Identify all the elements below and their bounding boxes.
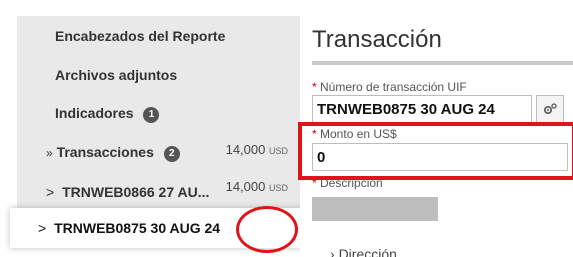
amount-value: 14,000 — [225, 142, 266, 157]
nav-item-text: TRNWEB0875 30 AUG 24 — [54, 220, 221, 236]
amount-value: 14,000 — [225, 179, 266, 194]
section-label: Dirección — [338, 246, 397, 257]
count-badge: 2 — [163, 146, 180, 162]
currency-code: USD — [268, 146, 288, 156]
currency-code: USD — [268, 183, 288, 193]
nav-item-text: Indicadores — [55, 105, 134, 121]
nav-item-archivos[interactable]: Archivos adjuntos — [17, 55, 300, 95]
uif-number-value: TRNWEB0875 30 AUG 24 — [317, 100, 495, 118]
field-label-text: Número de transacción UIF — [320, 80, 467, 94]
required-marker: * — [312, 80, 321, 94]
nav-item-text: Transacciones — [56, 144, 154, 160]
nav-item-label: Encabezados del Reporte — [55, 28, 226, 44]
direccion-section-header[interactable]: › Dirección — [330, 246, 397, 257]
nav-item-label: Indicadores 1 — [55, 105, 160, 123]
double-chevron-down-icon: » — [46, 146, 53, 160]
nav-item-transacciones[interactable]: » Transacciones 2 14,000 USD — [17, 133, 300, 173]
uif-number-label: * Número de transacción UIF — [312, 80, 467, 94]
transaction-amount: 14,000 USD — [226, 179, 288, 194]
nav-item-label: Archivos adjuntos — [55, 67, 178, 83]
nav-item-label: > TRNWEB0875 30 AUG 24 — [38, 220, 220, 236]
title-divider — [312, 61, 573, 65]
chevron-right-icon: › — [330, 246, 339, 257]
redacted-description-field[interactable] — [312, 197, 438, 221]
nav-item-encabezados[interactable]: Encabezados del Reporte — [17, 16, 300, 56]
chevron-right-icon: > — [46, 184, 55, 200]
page-title: Transacción — [312, 26, 442, 53]
uif-number-field[interactable]: TRNWEB0875 30 AUG 24 — [312, 95, 532, 123]
transaction-amount: 14,000 USD — [226, 142, 288, 157]
gear-icon-graphic — [543, 103, 557, 115]
highlight-annotation-circle — [236, 206, 298, 253]
gear-icon[interactable] — [536, 95, 564, 123]
nav-item-indicadores[interactable]: Indicadores 1 — [17, 94, 300, 134]
highlight-annotation-box — [298, 122, 573, 180]
count-badge: 1 — [143, 107, 160, 123]
nav-item-label: » Transacciones 2 — [46, 144, 180, 162]
nav-item-text: TRNWEB0866 27 AU... — [62, 184, 210, 200]
chevron-right-icon: > — [38, 220, 47, 236]
nav-item-label: > TRNWEB0866 27 AU... — [46, 184, 209, 200]
